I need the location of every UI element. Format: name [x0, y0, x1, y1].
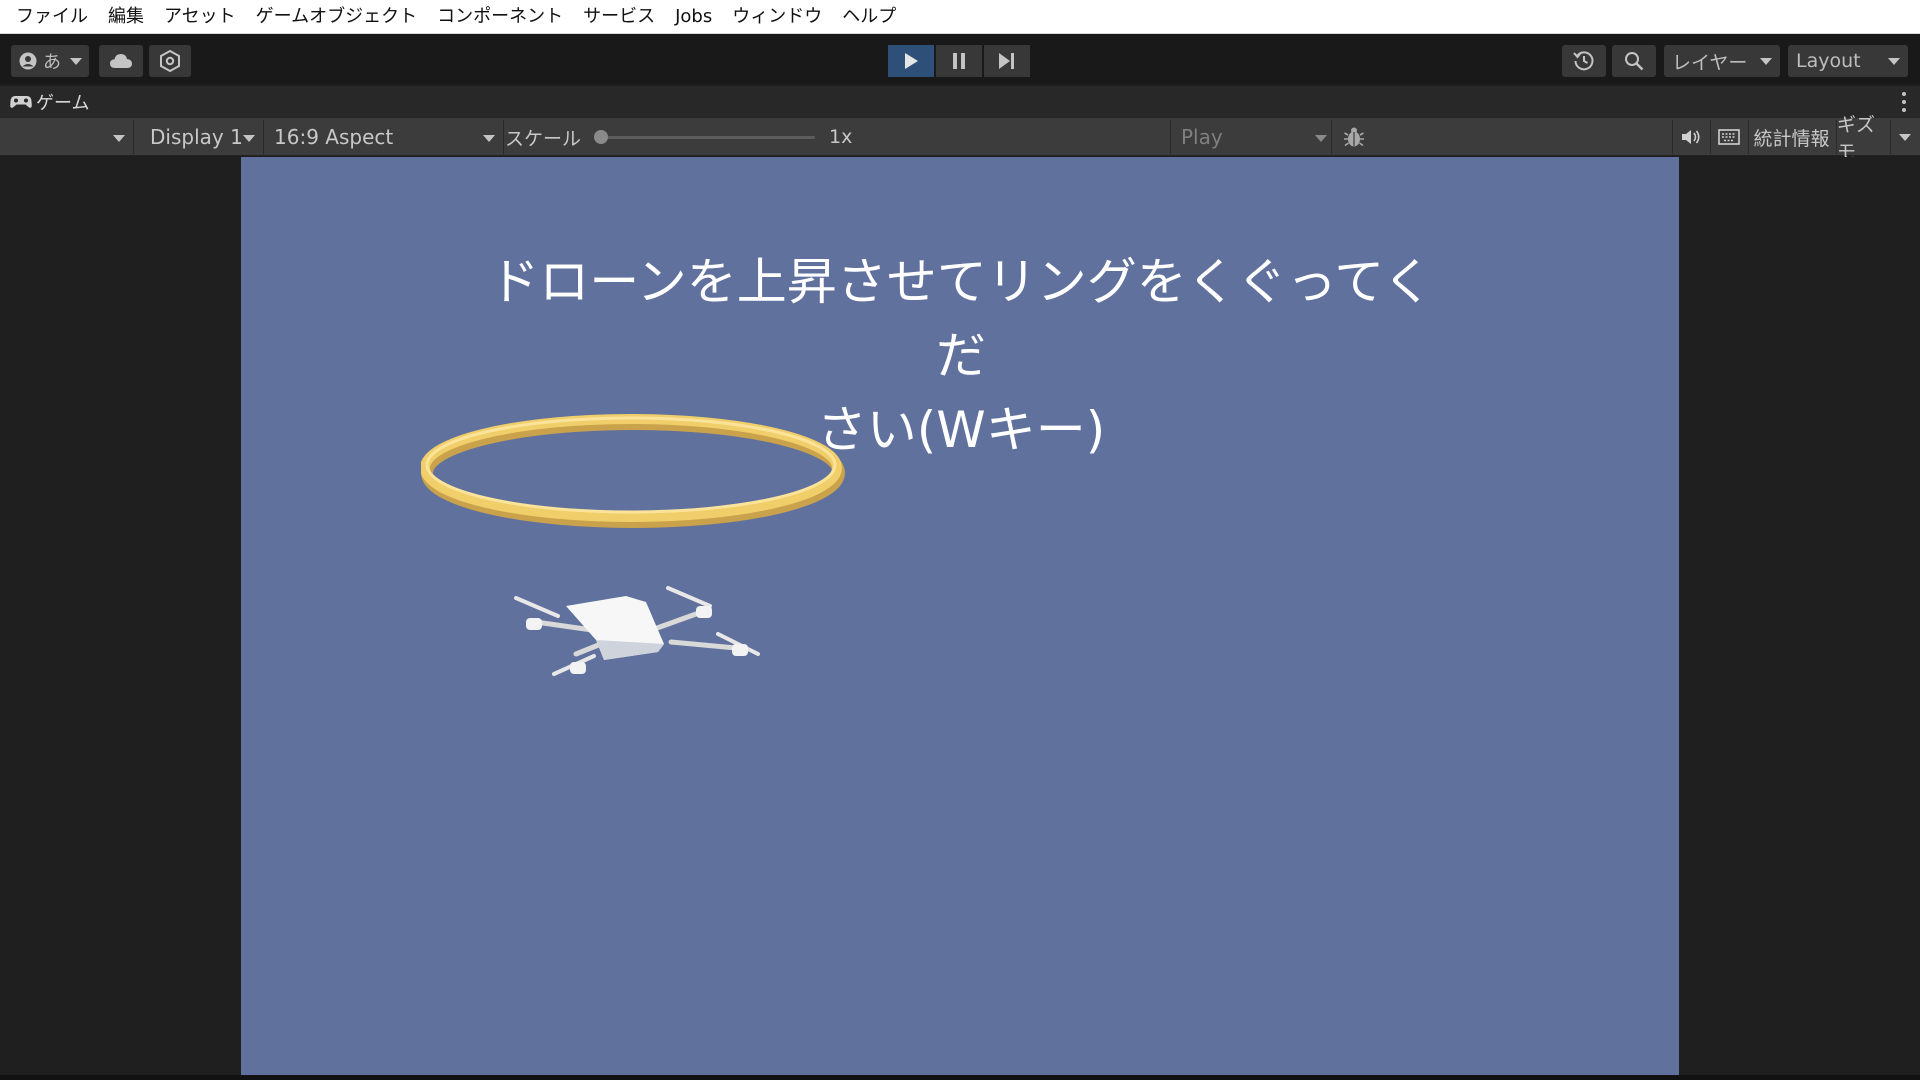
menu-window[interactable]: ウィンドウ	[722, 0, 832, 34]
ring-object	[421, 414, 845, 528]
keyboard-icon	[1717, 129, 1740, 145]
menu-edit[interactable]: 編集	[98, 0, 154, 34]
account-icon	[19, 52, 37, 70]
gizmos-dropdown[interactable]	[1890, 120, 1918, 154]
search-icon	[1625, 52, 1644, 71]
menu-services[interactable]: サービス	[573, 0, 665, 34]
scale-label: スケール	[505, 127, 582, 150]
cloud-button[interactable]	[99, 45, 143, 77]
pause-icon	[953, 53, 965, 69]
stats-label: 統計情報	[1753, 127, 1830, 150]
layout-dropdown[interactable]: Layout	[1788, 45, 1908, 77]
aspect-label: 16:9 Aspect	[274, 125, 394, 149]
play-mode-dropdown[interactable]: Play Maximized	[1170, 120, 1332, 183]
instruction-line-1: ドローンを上昇させてリングをくぐってくだ	[489, 253, 1433, 385]
account-label: あ	[43, 52, 61, 73]
chevron-down-icon	[1760, 58, 1772, 65]
menu-jobs[interactable]: Jobs	[665, 0, 722, 34]
bug-icon	[1344, 127, 1364, 147]
chevron-down-icon	[70, 58, 82, 65]
main-toolbar: あ レイヤー Layout	[0, 34, 1920, 84]
drone-object	[514, 586, 760, 676]
playback-controls	[888, 45, 1030, 77]
cloud-icon	[110, 54, 132, 68]
package-icon	[160, 50, 180, 72]
mute-audio-button[interactable]	[1672, 120, 1708, 154]
play-icon	[905, 53, 918, 69]
menu-bar: ファイル 編集 アセット ゲームオブジェクト コンポーネント サービス Jobs…	[0, 0, 1920, 34]
scale-slider-thumb[interactable]	[594, 129, 609, 144]
game-tab-header[interactable]: ゲーム	[0, 86, 1920, 118]
layout-label: Layout	[1796, 50, 1861, 72]
shortcuts-button[interactable]	[1710, 120, 1746, 154]
menu-help[interactable]: ヘルプ	[832, 0, 906, 34]
game-tab-label: ゲーム	[36, 93, 90, 114]
chevron-down-icon	[1315, 135, 1327, 142]
search-button[interactable]	[1612, 45, 1656, 77]
gizmos-label: ギズモ	[1837, 114, 1876, 163]
gamepad-icon	[10, 96, 32, 108]
chevron-down-icon	[1888, 58, 1900, 65]
layers-label: レイヤー	[1672, 51, 1748, 74]
display-label: Display 1	[150, 125, 243, 149]
step-icon	[999, 53, 1014, 69]
menu-assets[interactable]: アセット	[154, 0, 246, 34]
scale-value: 1x	[829, 126, 853, 148]
layers-dropdown[interactable]: レイヤー	[1664, 45, 1780, 77]
aspect-dropdown[interactable]: 16:9 Aspect	[264, 120, 504, 154]
chevron-down-icon	[1898, 133, 1911, 141]
scale-slider[interactable]	[594, 129, 816, 144]
history-icon	[1573, 51, 1594, 71]
more-options-icon[interactable]	[1902, 92, 1906, 112]
menu-component[interactable]: コンポーネント	[427, 0, 573, 34]
pause-button[interactable]	[936, 45, 982, 77]
menu-file[interactable]: ファイル	[6, 0, 98, 34]
history-button[interactable]	[1562, 45, 1606, 77]
stats-button[interactable]: 統計情報	[1748, 120, 1834, 154]
chevron-down-icon	[483, 135, 495, 142]
chevron-down-icon	[243, 135, 255, 142]
debug-button[interactable]	[1334, 120, 1374, 154]
status-bar	[0, 1075, 1920, 1080]
game-view-type-dropdown[interactable]	[2, 120, 134, 154]
display-dropdown[interactable]: Display 1	[140, 120, 264, 154]
speaker-icon	[1681, 130, 1700, 144]
gizmos-button[interactable]: ギズモ	[1836, 114, 1890, 163]
chevron-down-icon	[113, 135, 125, 142]
play-button[interactable]	[888, 45, 934, 77]
collab-button[interactable]	[149, 45, 191, 77]
scale-control: スケール 1x	[505, 120, 852, 154]
menu-gameobject[interactable]: ゲームオブジェクト	[246, 0, 427, 34]
account-dropdown[interactable]: あ	[11, 45, 89, 77]
step-button[interactable]	[984, 45, 1030, 77]
game-view-toolbar: Display 1 16:9 Aspect スケール 1x Play Maxim…	[0, 114, 1920, 183]
game-viewport[interactable]: ドローンを上昇させてリングをくぐってくだ さい(Wキー)	[241, 157, 1679, 1075]
